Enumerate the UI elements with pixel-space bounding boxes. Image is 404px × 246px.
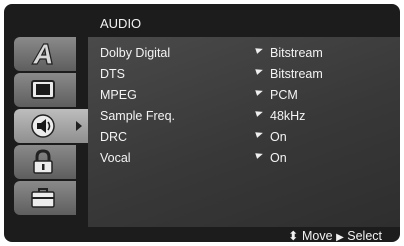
setting-dts[interactable]: DTS — [100, 66, 125, 82]
setting-value[interactable]: 48kHz — [255, 108, 305, 124]
tab-audio[interactable] — [14, 109, 88, 143]
briefcase-icon — [28, 185, 58, 211]
tab-others[interactable] — [14, 181, 76, 215]
tab-lock[interactable] — [14, 145, 76, 179]
up-down-arrow-icon: ⬍ — [288, 229, 299, 242]
setting-value[interactable]: Bitstream — [255, 45, 323, 61]
hint-move: Move — [302, 229, 333, 242]
setting-value[interactable]: PCM — [255, 87, 298, 103]
pointer-icon — [255, 108, 264, 117]
setting-drc[interactable]: DRC — [100, 129, 127, 145]
right-arrow-icon: ▶ — [336, 232, 344, 242]
setting-sample-freq[interactable]: Sample Freq. — [100, 108, 175, 124]
pointer-icon — [255, 150, 264, 159]
speaker-icon — [28, 113, 58, 139]
pointer-icon — [255, 45, 264, 54]
hint-select: Select — [347, 229, 382, 242]
dvd-setup-menu: AUDIO Dolby Digital Bitstream DTS Bitstr… — [4, 4, 400, 242]
setting-value[interactable]: On — [255, 150, 287, 166]
setting-value[interactable]: Bitstream — [255, 66, 323, 82]
letter-a-icon — [28, 41, 58, 67]
navigation-hint: ⬍ Move ▶ Select — [288, 228, 382, 242]
setting-vocal[interactable]: Vocal — [100, 150, 131, 166]
pointer-icon — [255, 87, 264, 96]
pointer-icon — [255, 129, 264, 138]
menu-title: AUDIO — [100, 16, 142, 31]
settings-panel — [88, 37, 400, 227]
submenu-arrow-icon — [76, 121, 82, 131]
padlock-icon — [28, 149, 58, 175]
tv-screen-icon — [28, 77, 58, 103]
setting-value[interactable]: On — [255, 129, 287, 145]
setting-dolby-digital[interactable]: Dolby Digital — [100, 45, 170, 61]
tab-language[interactable] — [14, 37, 76, 71]
pointer-icon — [255, 66, 264, 75]
setting-mpeg[interactable]: MPEG — [100, 87, 137, 103]
tab-display[interactable] — [14, 73, 76, 107]
